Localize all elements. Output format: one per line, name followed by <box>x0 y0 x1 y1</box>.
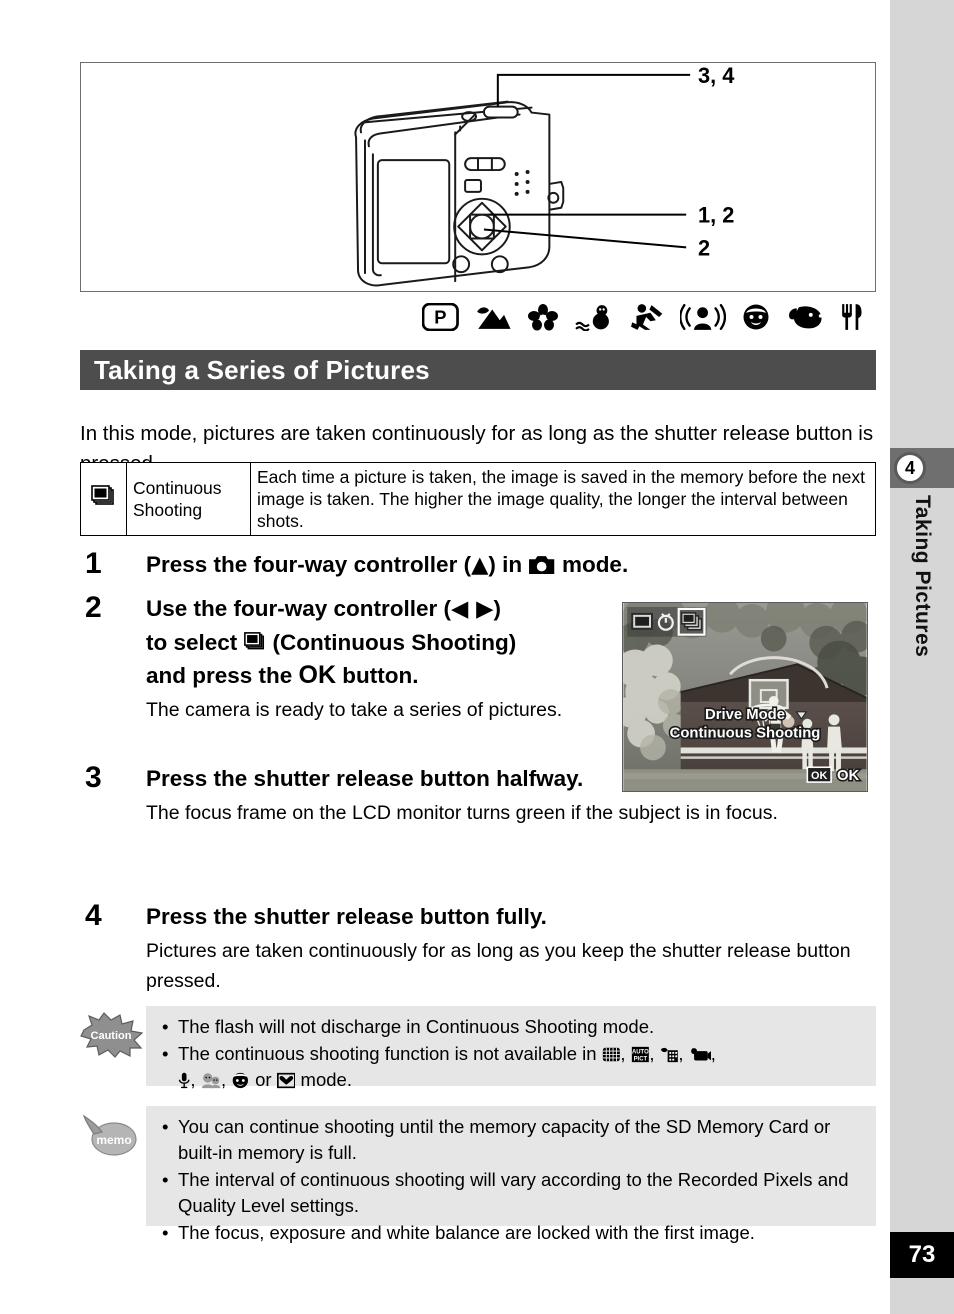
up-arrow-icon: ▲ <box>471 552 489 578</box>
lcd-selected-mode-label: Continuous Shooting <box>670 726 821 742</box>
step-heading: Use the four-way controller (◀ ▶) to sel… <box>146 592 610 692</box>
memo-badge: memo <box>80 1112 146 1158</box>
ok-button-glyph: OK <box>298 661 337 689</box>
step2-l1-post: ) <box>493 596 502 621</box>
step-body: Use the four-way controller (◀ ▶) to sel… <box>146 592 610 725</box>
memo-bullet-3: The focus, exposure and white balance ar… <box>160 1220 866 1246</box>
chapter-title-text: Taking Pictures <box>911 495 934 658</box>
night-scene-icon <box>660 1047 678 1063</box>
step2-l1-pre: Use the four-way controller ( <box>146 596 452 621</box>
caution-bullet-1: The flash will not discharge in Continuo… <box>160 1014 866 1040</box>
sep5: , <box>190 1069 201 1090</box>
definition-description: Each time a picture is taken, the image … <box>257 467 865 531</box>
sep1: , <box>620 1043 631 1064</box>
caution-box: The flash will not discharge in Continuo… <box>146 1006 876 1090</box>
step2-heading-line1: Use the four-way controller (◀ ▶) <box>146 592 610 626</box>
movie-icon <box>690 1047 711 1061</box>
svg-text:P: P <box>434 306 446 327</box>
standard-drive-icon <box>631 612 653 630</box>
sep6: , <box>221 1069 232 1090</box>
kids-mode-icon <box>201 1073 221 1089</box>
step-heading: Press the shutter release button fully. <box>146 904 547 929</box>
svg-text:Caution: Caution <box>91 1030 132 1042</box>
diagram-callout-bottom: 2 <box>698 235 710 260</box>
chapter-number-badge: 4 <box>894 452 926 484</box>
svg-text:memo: memo <box>96 1133 131 1147</box>
caution-bullet-2-pre: The continuous shooting function is not … <box>178 1043 602 1064</box>
lcd-drive-mode-label: Drive Mode <box>705 707 785 723</box>
auto-picture-icon: AUTOPICT <box>631 1046 649 1062</box>
diagram-callout-middle: 1, 2 <box>698 203 734 228</box>
pet-mode-icon <box>788 306 822 329</box>
step-1: 1 Press the four-way controller (▲) in m… <box>80 548 880 582</box>
landscape-mode-icon <box>476 307 511 329</box>
left-right-arrow-icons: ◀ ▶ <box>451 596 494 622</box>
memo-bullet-2: The interval of continuous shooting will… <box>160 1167 866 1219</box>
step-description: The camera is ready to take a series of … <box>146 699 563 721</box>
step2-heading-line3: and press the OK button. <box>146 659 610 692</box>
step2-l3-pre: and press the <box>146 663 299 688</box>
definition-icon-cell <box>80 462 127 536</box>
step-3: 3 Press the shutter release button halfw… <box>80 762 880 828</box>
step-heading: Press the four-way controller (▲) in mod… <box>146 548 880 582</box>
step-description: The focus frame on the LCD monitor turns… <box>146 802 778 824</box>
or-word: or <box>250 1069 277 1090</box>
step-body: Press the shutter release button halfway… <box>146 762 880 828</box>
caution-bullet-2: The continuous shooting function is not … <box>160 1041 866 1093</box>
panorama-assist-icon <box>602 1047 620 1062</box>
table-row: Continuous Shooting Each time a picture … <box>80 462 876 536</box>
memo-bullet-1: You can continue shooting until the memo… <box>160 1114 866 1166</box>
page-title: Taking a Series of Pictures <box>94 354 430 385</box>
voice-recording-icon <box>178 1072 190 1089</box>
mode-definition-table: Continuous Shooting Each time a picture … <box>80 462 876 536</box>
step2-heading-line2: to select (Continuous Shooting) <box>146 626 610 659</box>
step1-text-pre: Press the four-way controller ( <box>146 552 472 577</box>
diagram-callout-top: 3, 4 <box>698 63 734 88</box>
memo-box: You can continue shooting until the memo… <box>146 1106 876 1246</box>
continuous-shooting-icon <box>90 484 114 505</box>
step-body: Press the shutter release button fully. … <box>146 900 880 996</box>
caution-list: The flash will not discharge in Continuo… <box>146 1006 876 1102</box>
step-number: 1 <box>85 547 102 580</box>
step2-l2-pre: to select <box>146 630 244 655</box>
page-content: 3, 4 1, 2 2 P Taking a Series of Picture… <box>0 0 890 1314</box>
svg-text:PICT: PICT <box>633 1056 647 1062</box>
surf-and-snow-mode-icon <box>575 305 610 331</box>
continuous-shooting-icon <box>243 632 264 650</box>
flower-mode-icon <box>528 304 559 331</box>
frame-composite-icon <box>276 1072 296 1089</box>
step-4: 4 Press the shutter release button fully… <box>80 900 880 996</box>
page-number: 73 <box>890 1232 954 1278</box>
svg-text:AUTO: AUTO <box>632 1050 649 1056</box>
kids-mode-icon <box>743 304 769 330</box>
step-body: Press the four-way controller (▲) in mod… <box>146 548 880 582</box>
food-mode-icon <box>842 304 862 330</box>
still-picture-mode-icon <box>529 556 555 574</box>
natural-skin-tone-icon <box>233 1072 249 1089</box>
step-number: 4 <box>85 899 102 932</box>
program-mode-icon: P <box>421 303 459 331</box>
sport-mode-icon <box>630 304 663 330</box>
step-description: Pictures are taken continuously for as l… <box>146 940 851 992</box>
camera-diagram-panel: 3, 4 1, 2 2 <box>80 62 876 292</box>
step-number: 2 <box>85 591 102 624</box>
sep3: , <box>678 1043 689 1064</box>
caution-badge: Caution <box>80 1012 146 1058</box>
section-heading-bar: Taking a Series of Pictures <box>80 350 876 390</box>
memo-list: You can continue shooting until the memo… <box>146 1106 876 1255</box>
step2-l2-post: (Continuous Shooting) <box>266 630 517 655</box>
step-heading: Press the shutter release button halfway… <box>146 766 584 791</box>
chapter-title: Taking Pictures <box>890 495 954 755</box>
step1-text-mid: ) in <box>488 552 529 577</box>
step-2: 2 Use the four-way controller (◀ ▶) to s… <box>80 592 610 725</box>
definition-name: Continuous Shooting <box>126 462 251 536</box>
step-number: 3 <box>85 761 102 794</box>
step1-text-post: mode. <box>555 552 629 577</box>
caution-bullet-2-post: mode. <box>295 1069 352 1090</box>
digital-sr-mode-icon <box>680 303 726 331</box>
step2-l3-post: button. <box>336 663 419 688</box>
sep4: , <box>710 1043 716 1064</box>
applicable-modes-strip: P <box>80 300 876 334</box>
sep2: , <box>649 1043 660 1064</box>
